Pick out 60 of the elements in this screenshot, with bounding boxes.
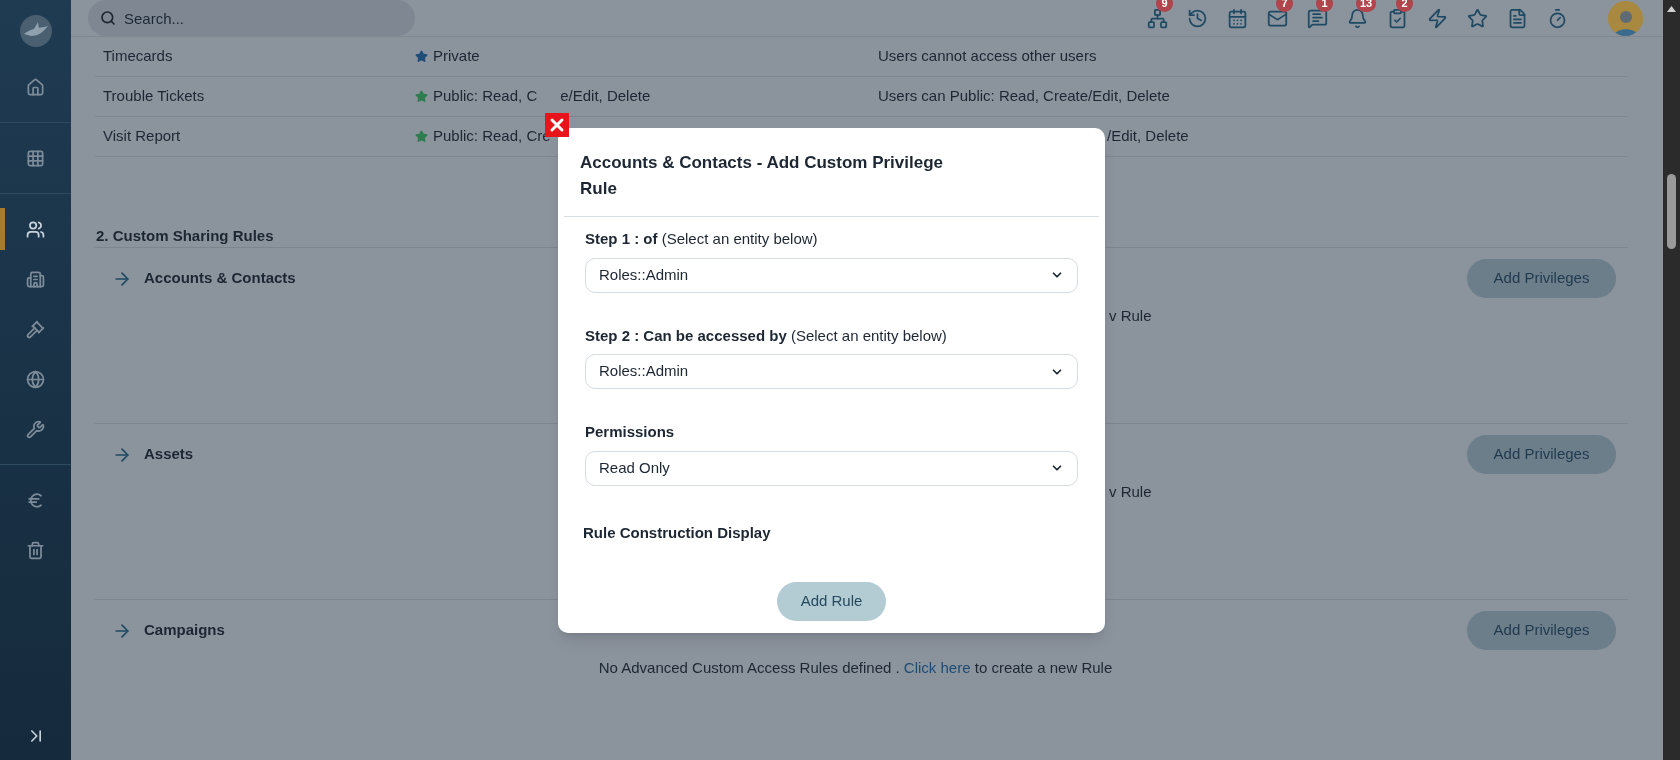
grid-icon[interactable] [26, 148, 45, 168]
section-title: Campaigns [144, 620, 225, 641]
scrollbar-thumb[interactable] [1667, 174, 1676, 249]
select-field[interactable]: Roles::Admin [585, 257, 1078, 293]
access-level: Private [433, 46, 480, 67]
users-icon[interactable] [26, 219, 45, 239]
notification-badge: 7 [1276, 0, 1293, 12]
search-icon [100, 10, 116, 26]
shark-logo-icon[interactable] [18, 14, 53, 48]
notification-badge: 1 [1316, 0, 1333, 12]
avatar[interactable] [1608, 0, 1643, 36]
globe-icon[interactable] [26, 369, 45, 389]
notification-badge: 13 [1356, 0, 1377, 12]
notification-badge: 9 [1156, 0, 1173, 12]
building-icon[interactable] [26, 269, 45, 289]
access-description: Users cannot access other users [878, 46, 1097, 67]
section-title: Assets [144, 444, 194, 465]
add-privileges-button[interactable]: Add Privileges [1467, 259, 1616, 298]
add-privileges-button[interactable]: Add Privileges [1467, 435, 1616, 474]
euro-icon[interactable] [26, 490, 45, 510]
field-label: Permissions [585, 422, 676, 442]
wrench-icon[interactable] [26, 419, 45, 439]
rule-construction-label: Rule Construction Display [583, 522, 772, 543]
clipboard-check-icon[interactable] [1387, 7, 1408, 29]
section-title: Accounts & Contacts [144, 268, 296, 289]
access-description: /Edit, Delete [1106, 126, 1189, 147]
calendar-icon[interactable] [1227, 7, 1248, 29]
module-name: Timecards [102, 46, 174, 67]
access-level: Public: Read, C [433, 86, 538, 107]
dialog-title: Accounts & Contacts - Add Custom Privilege Rule [579, 152, 945, 200]
search-field[interactable]: Search... [88, 0, 415, 36]
document-icon[interactable] [1507, 7, 1528, 29]
trash-icon[interactable] [26, 540, 45, 560]
access-description: Users can Public: Read, Create/Edit, Delete [878, 86, 1170, 107]
stopwatch-icon[interactable] [1547, 7, 1568, 29]
bell-icon[interactable] [1347, 7, 1368, 29]
click-here-link[interactable]: Click here [903, 659, 971, 676]
add-privileges-button[interactable]: Add Privileges [1467, 611, 1616, 650]
chat-icon[interactable] [1307, 7, 1328, 29]
select-field[interactable]: Read Only [585, 450, 1078, 486]
add-rule-button[interactable]: Add Rule [777, 582, 886, 621]
scroll-up-icon[interactable] [1667, 6, 1676, 12]
home-icon[interactable] [26, 77, 45, 97]
access-level: e/Edit, Delete [560, 86, 651, 107]
field-label: Step 2 : Can be accessed by (Select an entity below) [585, 325, 948, 346]
scrollbar[interactable] [1663, 0, 1680, 760]
field-label: Step 1 : of (Select an entity below) [585, 229, 819, 249]
star-icon[interactable] [1467, 7, 1488, 29]
lightning-icon[interactable] [1427, 7, 1448, 29]
module-name: Trouble Tickets [102, 86, 206, 107]
no-rules-message: No Advanced Custom Access Rules defined . Click here to create a new Rule [597, 658, 1114, 678]
history-icon[interactable] [1187, 7, 1208, 29]
select-field[interactable]: Roles::Admin [585, 354, 1078, 389]
hierarchy-icon[interactable] [1147, 7, 1168, 29]
message-fragment: v Rule [1108, 482, 1152, 502]
module-name: Visit Report [102, 126, 182, 147]
section-heading: 2. Custom Sharing Rules [95, 226, 274, 246]
gavel-icon[interactable] [26, 319, 45, 339]
notification-badge: 2 [1396, 0, 1413, 12]
message-fragment: v Rule [1108, 306, 1152, 326]
